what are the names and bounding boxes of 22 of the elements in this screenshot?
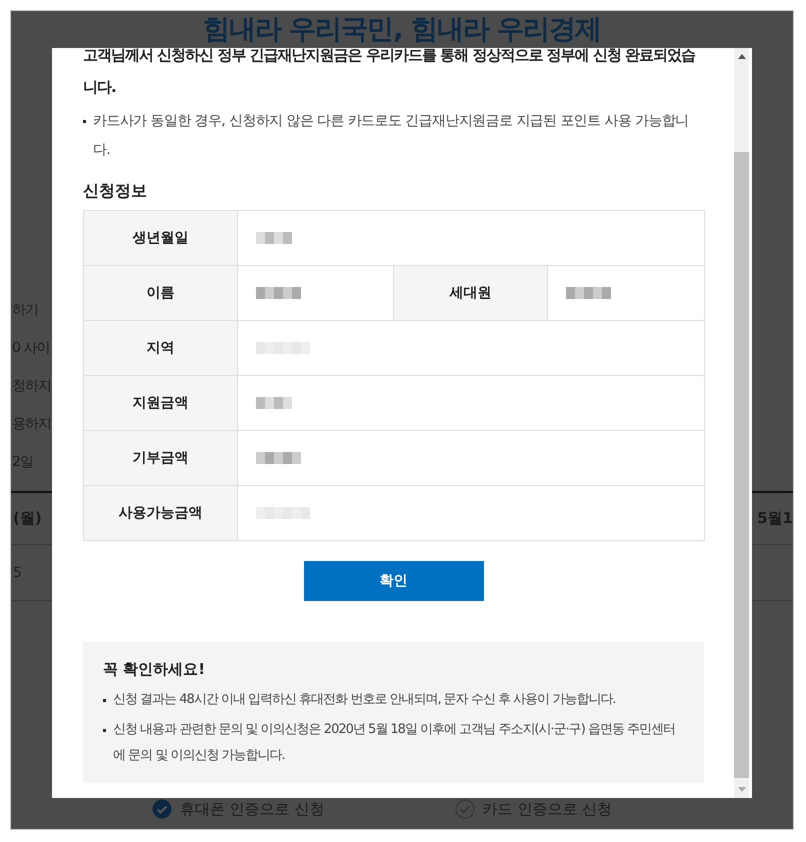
bullet-icon [103,699,106,702]
scrollbar[interactable] [734,48,749,798]
table-header-cell: 생년월일 [84,211,238,265]
note-text: 카드사가 동일한 경우, 신청하지 않은 다른 카드로도 긴급재난지원금로 지급된 포인트 사용 가능합니다. [93,112,690,160]
notice-text: 신청 결과는 48시간 이내 입력하신 휴대전화 번호로 안내되며, 문자 수신 후 사용이 가능합니다. [113,691,616,709]
table-header-cell: 지역 [84,321,238,375]
bullet-icon [103,729,106,732]
notice-title: 꼭 확인하세요! [103,660,206,679]
scroll-down-icon[interactable] [738,787,746,792]
notice-text: 신청 내용과 관련한 문의 및 이의신청은 2020년 5월 18일 이후에 고객님 주소지(시·군·구) 읍면동 주민센터에 문의 및 이의신청 가능합니다. [113,721,676,765]
section-title: 신청정보 [83,181,148,202]
message-text: 고객님께서 신청하신 정부 긴급재난지원금은 우리카드를 통해 정상적으로 정부에 신청 완료되었습니다. [83,48,696,98]
table-header-cell: 기부금액 [84,431,238,485]
table-header-cell: 이름 [84,266,238,320]
scroll-up-icon[interactable] [738,54,746,59]
table-header-cell: 사용가능금액 [84,486,238,540]
bullet-icon [83,120,86,123]
page-title: 힘내라 우리국민, 힘내라 우리경제 [202,13,602,47]
table-header-cell: 세대원 [394,266,548,320]
scrollbar-thumb[interactable] [734,152,749,778]
confirm-button[interactable]: 확인 [304,561,484,601]
table-header-cell: 지원금액 [84,376,238,430]
